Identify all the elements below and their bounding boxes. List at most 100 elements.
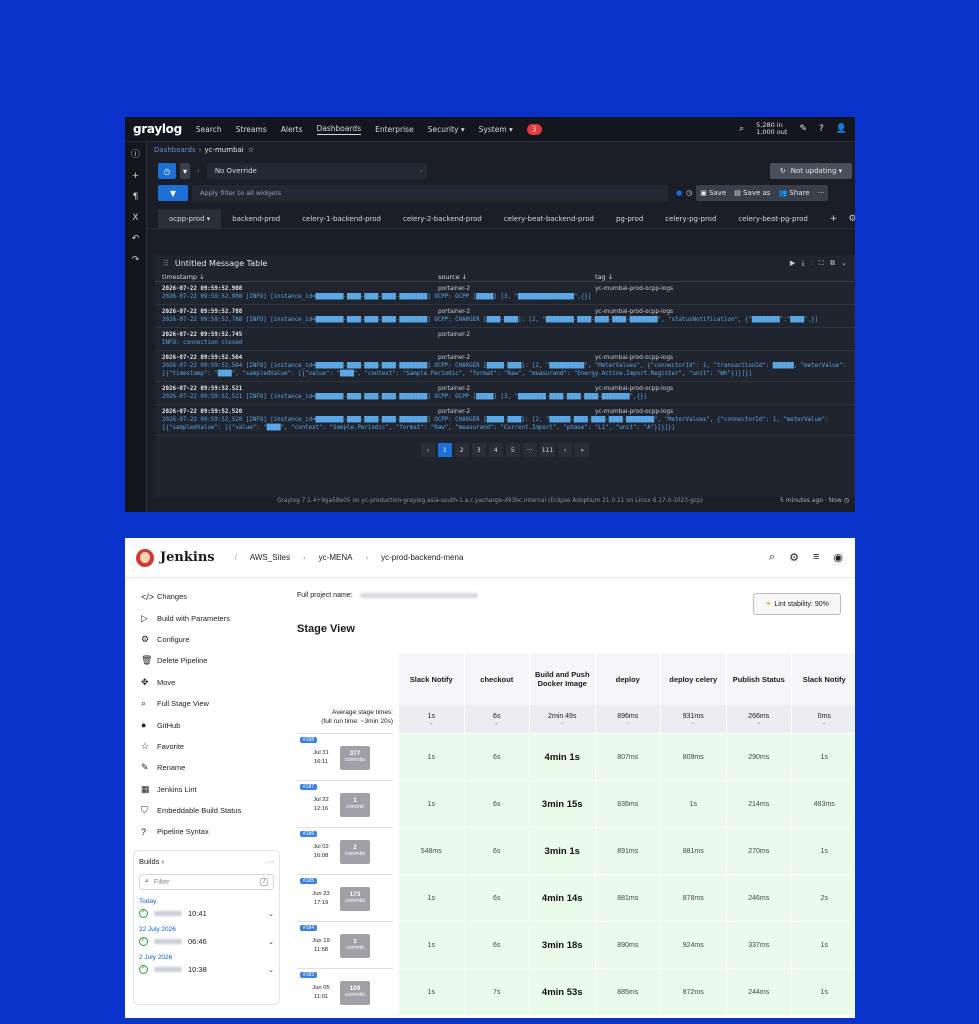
filter-input[interactable]: Apply filter to all widgets bbox=[192, 185, 668, 201]
page-button[interactable]: 4 bbox=[488, 443, 503, 457]
stage-cell[interactable]: 244ms bbox=[725, 968, 791, 1015]
user-icon[interactable]: ◉ bbox=[833, 551, 843, 564]
stage-cell[interactable]: 290ms bbox=[725, 733, 791, 780]
tab-celery-1-backend-prod[interactable]: celery-1-backend-prod bbox=[291, 209, 392, 229]
sidebar-task-pipeline-syntax[interactable]: ? Pipeline Syntax bbox=[125, 821, 285, 842]
star-icon[interactable]: ☆ bbox=[248, 146, 254, 154]
help-circle-icon[interactable]: ● bbox=[676, 189, 682, 197]
search-icon[interactable]: ⌕ bbox=[739, 124, 744, 134]
settings-icon[interactable]: ⚙ bbox=[848, 214, 855, 224]
builds-more[interactable]: ··· bbox=[267, 857, 275, 866]
nav-streams[interactable]: Streams bbox=[236, 125, 267, 134]
gear-icon[interactable]: ⚙ bbox=[789, 551, 799, 564]
stage-cell[interactable]: 3min 18s bbox=[529, 921, 595, 968]
sidebar-task-delete-pipeline[interactable]: 🗑 Delete Pipeline bbox=[125, 650, 285, 671]
page-button[interactable]: 3 bbox=[471, 443, 486, 457]
lint-stability-badge[interactable]: ☀ Lint stability: 90% bbox=[753, 593, 841, 615]
tab-backend-prod[interactable]: backend-prod bbox=[221, 209, 291, 229]
stage-cell[interactable]: 4min 53s bbox=[529, 968, 595, 1015]
commits-badge[interactable]: 109 commits bbox=[340, 981, 370, 1005]
save-as-button[interactable]: ▤ Save as bbox=[734, 189, 770, 197]
commits-badge[interactable]: 377 commits bbox=[340, 746, 370, 770]
nav-alerts[interactable]: Alerts bbox=[281, 125, 303, 134]
nav-search[interactable]: Search bbox=[196, 125, 222, 134]
sidebar-task-full-stage-view[interactable]: ⌕ Full Stage View bbox=[125, 693, 285, 714]
nav-system[interactable]: System ▾ bbox=[479, 125, 513, 134]
commits-badge[interactable]: 2 commits bbox=[340, 840, 370, 864]
tab-pg-prod[interactable]: pg-prod bbox=[605, 209, 654, 229]
stage-cell[interactable]: 890ms bbox=[594, 921, 660, 968]
page-button[interactable]: » bbox=[575, 443, 590, 457]
stage-cell[interactable]: 2s bbox=[791, 874, 855, 921]
stage-cell[interactable]: 6s bbox=[463, 733, 529, 780]
stage-cell[interactable]: 1s bbox=[398, 733, 464, 780]
stage-cell[interactable]: 6s bbox=[463, 827, 529, 874]
build-number-badge[interactable]: #188 bbox=[300, 737, 318, 743]
stage-cell[interactable]: 836ms bbox=[594, 780, 660, 827]
commits-badge[interactable]: 1 commit bbox=[340, 934, 370, 958]
build-entry[interactable]: 10:41 ⌄ bbox=[139, 908, 274, 918]
column-timestamp[interactable]: timestamp ↓ bbox=[162, 273, 438, 281]
info-icon[interactable]: ⓘ bbox=[131, 147, 140, 160]
page-button[interactable]: ··· bbox=[522, 443, 537, 457]
stage-cell[interactable]: 1s bbox=[398, 874, 464, 921]
page-button[interactable]: 2 bbox=[454, 443, 469, 457]
table-row[interactable]: 2026-07-22 09:59:52.908 portainer-2 yc-mum… bbox=[155, 285, 855, 305]
stage-cell[interactable]: 807ms bbox=[594, 733, 660, 780]
nav-enterprise[interactable]: Enterprise bbox=[375, 125, 414, 134]
tab-ocpp-prod[interactable]: ocpp-prod ▾ bbox=[158, 208, 222, 229]
build-entry[interactable]: 06:46 ⌄ bbox=[139, 936, 274, 946]
build-number-badge[interactable]: #184 bbox=[300, 925, 318, 931]
table-row[interactable]: 2026-07-22 09:59:52.521 portainer-2 yc-mum… bbox=[155, 385, 855, 405]
more-icon[interactable]: ··· bbox=[818, 189, 825, 197]
build-number-badge[interactable]: #187 bbox=[300, 784, 318, 790]
build-number-badge[interactable]: #183 bbox=[300, 972, 318, 978]
page-button[interactable]: 1 bbox=[437, 443, 452, 457]
stage-cell[interactable]: 878ms bbox=[660, 874, 726, 921]
stage-cell[interactable]: 1s bbox=[398, 780, 464, 827]
tab-celery-beat-backend-prod[interactable]: celery-beat-backend-prod bbox=[493, 209, 605, 229]
stage-cell[interactable]: 6s bbox=[463, 921, 529, 968]
nav-dashboards[interactable]: Dashboards bbox=[316, 124, 362, 135]
column-source[interactable]: source ↓ bbox=[438, 273, 595, 281]
history-icon[interactable]: ◷ bbox=[686, 189, 692, 197]
stage-cell[interactable]: 891ms bbox=[594, 827, 660, 874]
stage-cell[interactable]: 4min 14s bbox=[529, 874, 595, 921]
build-entry[interactable]: 10:38 ⌄ bbox=[139, 964, 274, 974]
stage-cell[interactable]: 881ms bbox=[594, 874, 660, 921]
stage-cell[interactable]: 881ms bbox=[660, 827, 726, 874]
redo-icon[interactable]: ↷ bbox=[132, 255, 140, 265]
stage-cell[interactable]: 3min 15s bbox=[529, 780, 595, 827]
table-row[interactable]: 2026-07-22 09:59:52.564 portainer-2 yc-mum… bbox=[155, 354, 855, 382]
column-tag[interactable]: tag ↓ bbox=[595, 273, 613, 281]
commits-badge[interactable]: 173 commits bbox=[340, 887, 370, 911]
nav-security[interactable]: Security ▾ bbox=[428, 125, 465, 134]
page-button[interactable]: › bbox=[558, 443, 573, 457]
add-icon[interactable]: + bbox=[132, 171, 140, 181]
widget-title[interactable]: Untitled Message Table bbox=[175, 259, 267, 268]
chevron-down-icon[interactable]: ⌄ bbox=[268, 938, 274, 946]
chevron-down-icon[interactable]: ⌄ bbox=[268, 966, 274, 974]
edit-icon[interactable]: ✎ bbox=[799, 124, 807, 134]
breadcrumb-aws-sites[interactable]: AWS_Sites bbox=[250, 553, 290, 562]
menu-icon[interactable]: ≡ bbox=[813, 551, 819, 564]
build-number-badge[interactable]: #185 bbox=[300, 878, 318, 884]
breadcrumb-yc-mena[interactable]: yc-MENA bbox=[319, 553, 353, 562]
sidebar-task-configure[interactable]: ⚙ Configure bbox=[125, 629, 285, 650]
time-range-button[interactable]: ◷ bbox=[158, 163, 176, 179]
page-button[interactable]: 5 bbox=[505, 443, 520, 457]
jenkins-logo-icon[interactable] bbox=[136, 548, 154, 567]
builds-filter-input[interactable]: ⌕ Filter / bbox=[139, 874, 274, 890]
drag-handle-icon[interactable]: ⠿ bbox=[163, 259, 169, 268]
table-row[interactable]: 2026-07-22 09:59:52.788 portainer-2 yc-mum… bbox=[155, 308, 855, 328]
stage-cell[interactable]: 3min 1s bbox=[529, 827, 595, 874]
stage-cell[interactable]: 246ms bbox=[725, 874, 791, 921]
search-icon[interactable]: ⌕ bbox=[769, 551, 775, 564]
stage-cell[interactable]: 885ms bbox=[594, 968, 660, 1015]
stage-cell[interactable]: 337ms bbox=[725, 921, 791, 968]
build-number-badge[interactable]: #186 bbox=[300, 831, 318, 837]
stage-cell[interactable]: 1s bbox=[398, 921, 464, 968]
notification-badge[interactable]: 3 bbox=[526, 123, 542, 135]
stage-cell[interactable]: 548ms bbox=[398, 827, 464, 874]
breadcrumb-dashboards[interactable]: Dashboards bbox=[154, 146, 196, 154]
